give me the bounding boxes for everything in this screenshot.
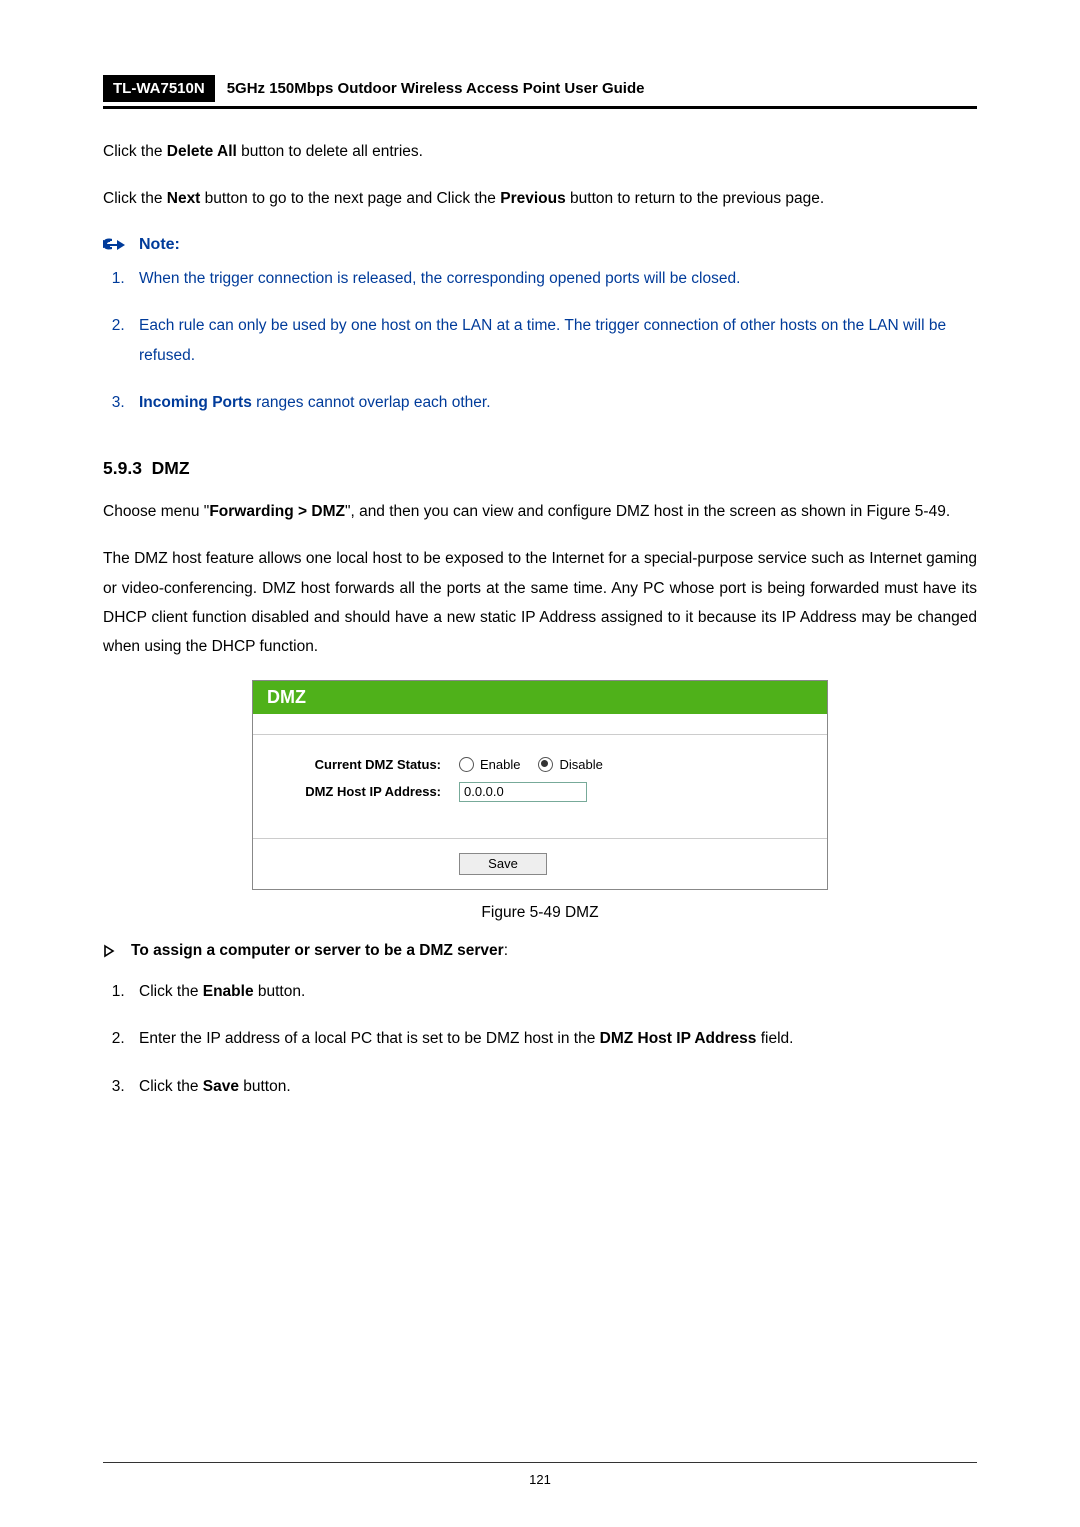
para-next-previous: Click the Next button to go to the next …	[103, 184, 977, 213]
radio-disable[interactable]	[538, 757, 553, 772]
note-item-2: Each rule can only be used by one host o…	[129, 311, 977, 370]
radio-enable[interactable]	[459, 757, 474, 772]
note-list: When the trigger connection is released,…	[103, 264, 977, 418]
assign-heading: To assign a computer or server to be a D…	[131, 942, 508, 960]
chevron-right-icon	[103, 942, 117, 963]
radio-disable-label: Disable	[559, 757, 602, 772]
assign-steps: Click the Enable button. Enter the IP ad…	[103, 977, 977, 1101]
para-delete-all: Click the Delete All button to delete al…	[103, 137, 977, 166]
dmz-ip-input[interactable]	[459, 782, 587, 802]
para-dmz-intro: Choose menu "Forwarding > DMZ", and then…	[103, 497, 977, 526]
dmz-panel: DMZ Current DMZ Status: Enable Disable D…	[252, 680, 828, 890]
dmz-panel-title: DMZ	[253, 681, 827, 714]
header-model: TL-WA7510N	[103, 75, 215, 102]
section-heading-dmz: 5.9.3 DMZ	[103, 458, 977, 479]
step-1: Click the Enable button.	[129, 977, 977, 1006]
dmz-panel-body: Current DMZ Status: Enable Disable DMZ H…	[253, 735, 827, 838]
step-2: Enter the IP address of a local PC that …	[129, 1024, 977, 1053]
note-label: Note:	[139, 236, 180, 254]
hand-pointer-icon	[103, 236, 129, 254]
radio-enable-label: Enable	[480, 757, 520, 772]
figure-caption: Figure 5-49 DMZ	[103, 904, 977, 922]
dmz-ip-label: DMZ Host IP Address:	[271, 784, 441, 799]
page-number: 121	[0, 1472, 1080, 1487]
header-title: 5GHz 150Mbps Outdoor Wireless Access Poi…	[215, 75, 977, 102]
doc-header: TL-WA7510N 5GHz 150Mbps Outdoor Wireless…	[103, 75, 977, 102]
footer-rule	[103, 1462, 977, 1463]
dmz-status-label: Current DMZ Status:	[271, 757, 441, 772]
note-item-1: When the trigger connection is released,…	[129, 264, 977, 293]
note-heading: Note:	[103, 236, 977, 254]
header-rule	[103, 106, 977, 109]
dmz-panel-separator	[253, 714, 827, 735]
dmz-panel-footer: Save	[253, 838, 827, 889]
note-item-3: Incoming Ports ranges cannot overlap eac…	[129, 388, 977, 417]
step-3: Click the Save button.	[129, 1072, 977, 1101]
save-button[interactable]: Save	[459, 853, 547, 875]
assign-heading-row: To assign a computer or server to be a D…	[103, 942, 977, 963]
para-dmz-desc: The DMZ host feature allows one local ho…	[103, 544, 977, 662]
